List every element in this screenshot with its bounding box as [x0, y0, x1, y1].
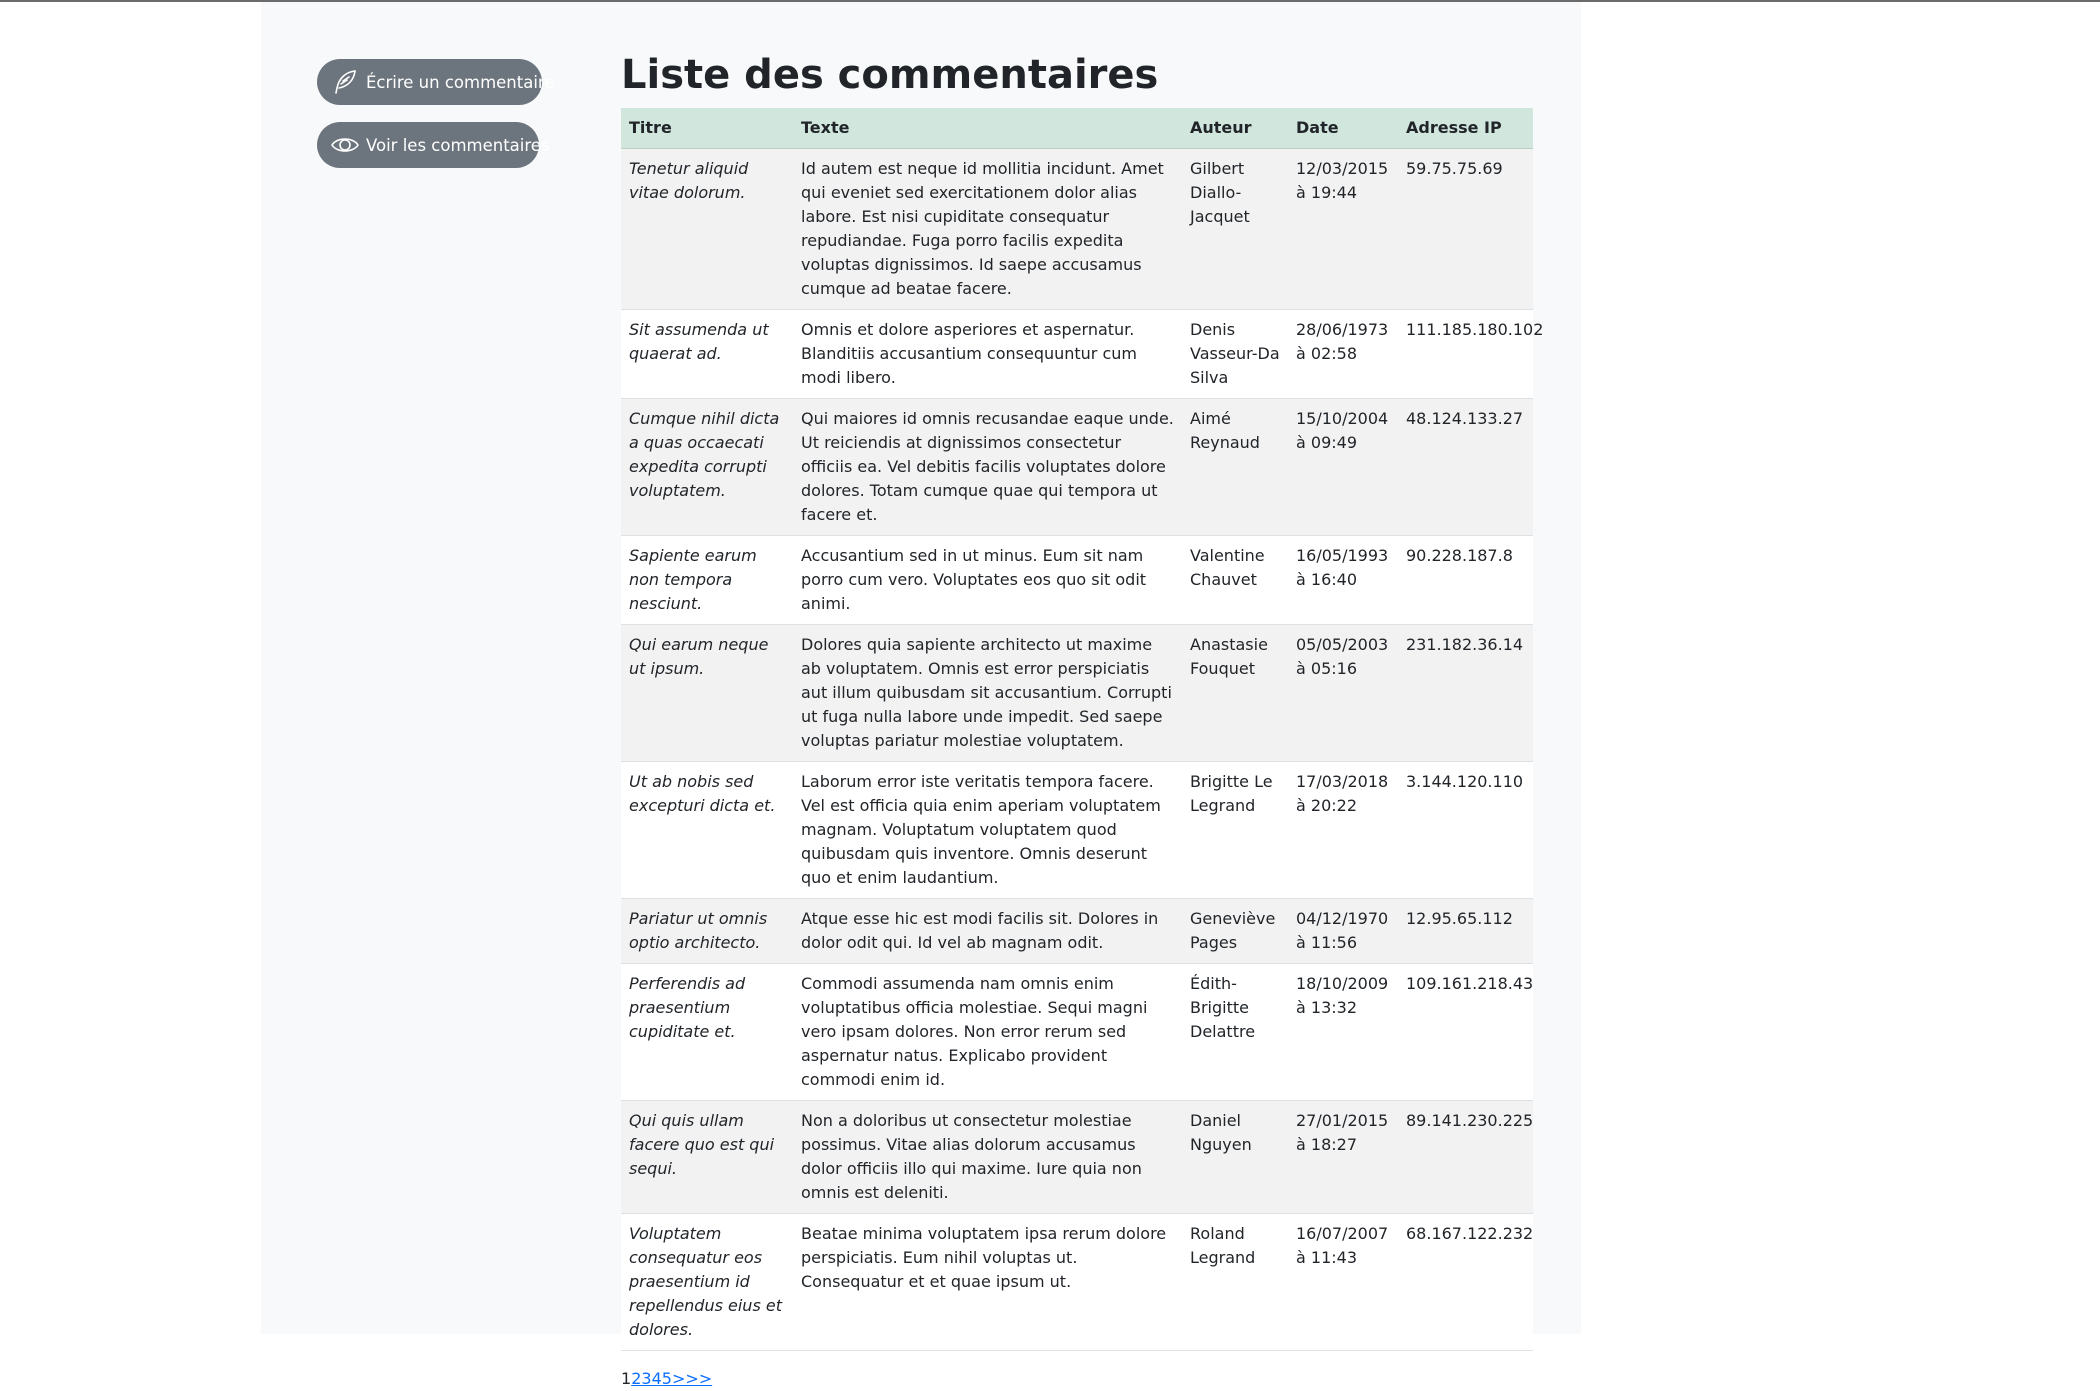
comment-ip: 109.161.218.43: [1398, 963, 1533, 1101]
comment-author: Denis Vasseur-Da Silva: [1182, 309, 1288, 399]
comment-ip: 231.182.36.14: [1398, 624, 1533, 762]
table-row: Perferendis ad praesentium cupiditate et…: [621, 963, 1533, 1101]
comment-ip: 90.228.187.8: [1398, 535, 1533, 625]
comment-title: Sit assumenda ut quaerat ad.: [621, 309, 793, 399]
comment-author: Roland Legrand: [1182, 1213, 1288, 1351]
table-row: Cumque nihil dicta a quas occaecati expe…: [621, 398, 1533, 536]
sidebar: Écrire un commentaire Voir les commentai…: [317, 59, 555, 185]
table-row: Sapiente earum non tempora nesciunt. Acc…: [621, 535, 1533, 625]
comment-date: 27/01/2015 à 18:27: [1288, 1100, 1398, 1214]
comment-title: Ut ab nobis sed excepturi dicta et.: [621, 761, 793, 899]
table-row: Ut ab nobis sed excepturi dicta et. Labo…: [621, 761, 1533, 899]
pagination-page-2[interactable]: 2: [631, 1369, 641, 1388]
comment-date: 16/07/2007 à 11:43: [1288, 1213, 1398, 1351]
comment-title: Qui earum neque ut ipsum.: [621, 624, 793, 762]
comment-date: 17/03/2018 à 20:22: [1288, 761, 1398, 899]
comment-text: Accusantium sed in ut minus. Eum sit nam…: [793, 535, 1182, 625]
comment-text: Id autem est neque id mollitia incidunt.…: [793, 148, 1182, 310]
view-comments-button[interactable]: Voir les commentaires: [317, 122, 550, 168]
main-content: Liste des commentaires Titre Texte Auteu…: [621, 50, 1543, 1391]
eye-icon: [330, 129, 360, 161]
write-comment-label: Écrire un commentaire: [366, 72, 555, 92]
pagination-page-5[interactable]: 5: [662, 1369, 672, 1388]
comment-ip: 89.141.230.225: [1398, 1100, 1533, 1214]
comment-title: Cumque nihil dicta a quas occaecati expe…: [621, 398, 793, 536]
table-row: Sit assumenda ut quaerat ad. Omnis et do…: [621, 309, 1543, 399]
comment-title: Voluptatem consequatur eos praesentium i…: [621, 1213, 793, 1351]
page-container: Écrire un commentaire Voir les commentai…: [261, 2, 1581, 1388]
comment-author: Édith-Brigitte Delattre: [1182, 963, 1288, 1101]
comment-text: Commodi assumenda nam omnis enim volupta…: [793, 963, 1182, 1101]
comment-ip: 68.167.122.232: [1398, 1213, 1533, 1351]
column-header-ip: Adresse IP: [1398, 108, 1533, 149]
table-row: Qui quis ullam facere quo est qui sequi.…: [621, 1100, 1533, 1214]
comment-ip: 59.75.75.69: [1398, 148, 1533, 310]
comment-author: Geneviève Pages: [1182, 898, 1288, 964]
comment-ip: 111.185.180.102: [1398, 309, 1543, 399]
table-header-row: Titre Texte Auteur Date Adresse IP: [621, 108, 1533, 149]
comment-text: Non a doloribus ut consectetur molestiae…: [793, 1100, 1182, 1214]
pagination: 12345>>>: [621, 1367, 1533, 1391]
table-row: Tenetur aliquid vitae dolorum. Id autem …: [621, 148, 1533, 310]
pagination-current-page: 1: [621, 1369, 632, 1388]
comment-title: Tenetur aliquid vitae dolorum.: [621, 148, 793, 310]
comment-ip: 12.95.65.112: [1398, 898, 1533, 964]
comment-title: Sapiente earum non tempora nesciunt.: [621, 535, 793, 625]
comment-author: Daniel Nguyen: [1182, 1100, 1288, 1214]
comment-text: Qui maiores id omnis recusandae eaque un…: [793, 398, 1182, 536]
column-header-text: Texte: [793, 108, 1182, 149]
feather-icon: [330, 66, 360, 98]
comment-author: Gilbert Diallo-Jacquet: [1182, 148, 1288, 310]
comment-title: Perferendis ad praesentium cupiditate et…: [621, 963, 793, 1101]
pagination-next-link[interactable]: >>>: [672, 1369, 712, 1388]
view-comments-label: Voir les commentaires: [366, 135, 550, 155]
comment-date: 16/05/1993 à 16:40: [1288, 535, 1398, 625]
write-comment-button[interactable]: Écrire un commentaire: [317, 59, 555, 105]
comment-text: Beatae minima voluptatem ipsa rerum dolo…: [793, 1213, 1182, 1351]
comment-title: Pariatur ut omnis optio architecto.: [621, 898, 793, 964]
comment-date: 05/05/2003 à 05:16: [1288, 624, 1398, 762]
comment-date: 18/10/2009 à 13:32: [1288, 963, 1398, 1101]
comment-date: 15/10/2004 à 09:49: [1288, 398, 1398, 536]
table-row: Voluptatem consequatur eos praesentium i…: [621, 1213, 1533, 1351]
pagination-page-3[interactable]: 3: [641, 1369, 651, 1388]
comment-author: Valentine Chauvet: [1182, 535, 1288, 625]
pagination-page-4[interactable]: 4: [652, 1369, 662, 1388]
comment-text: Omnis et dolore asperiores et aspernatur…: [793, 309, 1182, 399]
comment-text: Laborum error iste veritatis tempora fac…: [793, 761, 1182, 899]
column-header-date: Date: [1288, 108, 1398, 149]
comments-table: Titre Texte Auteur Date Adresse IP Tenet…: [621, 108, 1543, 1351]
comment-text: Dolores quia sapiente architecto ut maxi…: [793, 624, 1182, 762]
comment-title: Qui quis ullam facere quo est qui sequi.: [621, 1100, 793, 1214]
comment-date: 04/12/1970 à 11:56: [1288, 898, 1398, 964]
comment-date: 12/03/2015 à 19:44: [1288, 148, 1398, 310]
comment-author: Brigitte Le Legrand: [1182, 761, 1288, 899]
comment-author: Aimé Reynaud: [1182, 398, 1288, 536]
comment-ip: 48.124.133.27: [1398, 398, 1533, 536]
comment-ip: 3.144.120.110: [1398, 761, 1533, 899]
table-row: Qui earum neque ut ipsum. Dolores quia s…: [621, 624, 1533, 762]
table-row: Pariatur ut omnis optio architecto. Atqu…: [621, 898, 1533, 964]
page-title: Liste des commentaires: [621, 52, 1159, 98]
column-header-title: Titre: [621, 108, 793, 149]
comment-author: Anastasie Fouquet: [1182, 624, 1288, 762]
comment-text: Atque esse hic est modi facilis sit. Dol…: [793, 898, 1182, 964]
comment-date: 28/06/1973 à 02:58: [1288, 309, 1398, 399]
column-header-author: Auteur: [1182, 108, 1288, 149]
